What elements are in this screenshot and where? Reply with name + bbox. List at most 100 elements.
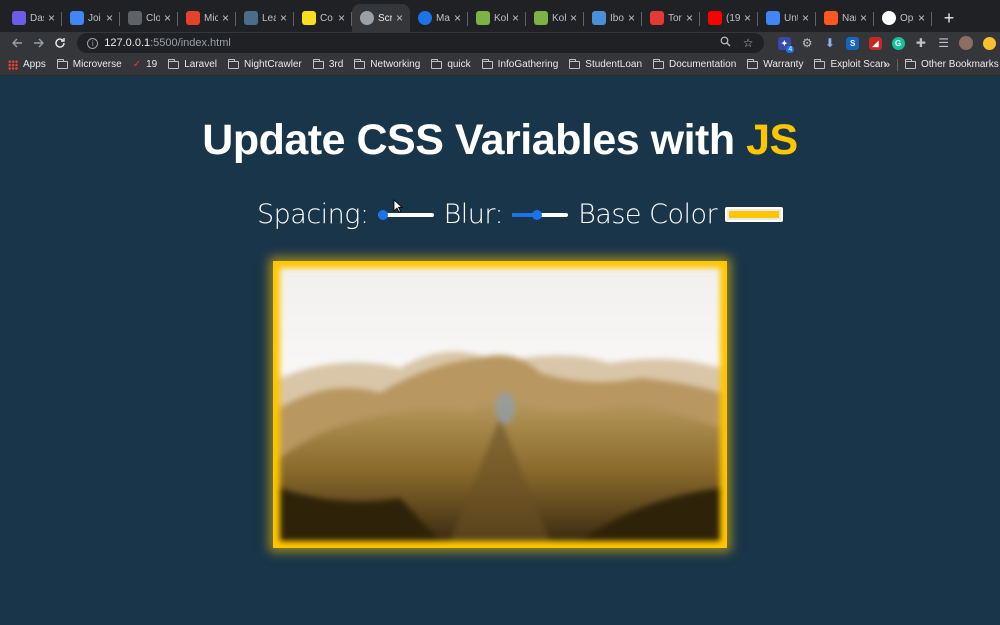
tab-title: Clo [146,12,160,24]
s-ext-icon: S [846,36,860,50]
spinner-icon [418,11,432,25]
page-content: Update CSS Variables with JS Spacing: Bl… [0,76,1000,625]
bookmark-label: Apps [23,59,46,70]
bookmark-item[interactable]: 3rd [312,58,343,70]
bookmark-item[interactable]: NightCrawler [228,58,302,70]
folder-icon [814,58,826,69]
tab-title: Co [320,12,333,24]
dashboard-icon [12,11,26,25]
bookmark-item[interactable]: Microverse [56,58,122,70]
url-path: :5500/index.html [150,37,231,49]
bookmark-item[interactable]: Apps [8,59,46,70]
close-tab-icon[interactable]: × [106,12,116,24]
browser-tab[interactable]: Co × [294,4,352,32]
extension-button[interactable]: S [842,33,864,53]
browser-tab[interactable]: Koh × [468,4,526,32]
tab-title: Unt [784,12,798,24]
tab-title: Mic [204,12,218,24]
browser-tab[interactable]: (19 × [700,4,758,32]
extension-button[interactable]: ⬇ [819,33,841,53]
other-bookmarks[interactable]: Other Bookmarks [905,58,999,70]
bookmark-label: NightCrawler [244,59,302,70]
bookmark-item[interactable]: Laravel [168,58,217,70]
close-tab-icon[interactable]: × [628,12,638,24]
browser-tab[interactable]: Tor × [642,4,700,32]
close-tab-icon[interactable]: × [396,12,406,24]
browser-tab[interactable]: Nar × [816,4,874,32]
extensions-menu-button[interactable]: ✚ [910,33,932,53]
extension-button[interactable]: ✦ 4 [774,33,796,53]
browser-tab[interactable]: Op × [874,4,932,32]
close-tab-icon[interactable]: × [744,12,754,24]
bookmark-item[interactable]: InfoGathering [481,58,558,70]
other-bookmarks-label: Other Bookmarks [921,59,999,70]
zoom-icon[interactable] [720,36,731,50]
folder-icon [56,58,68,69]
bookmark-item[interactable]: Exploit Scan [814,58,887,70]
slider-thumb[interactable] [532,210,543,220]
tab-title: Lea [262,12,276,24]
bookmark-item[interactable]: Warranty [747,58,803,70]
extension-button[interactable]: ⚙ [796,33,818,53]
browser-tab[interactable]: Mic × [178,4,236,32]
browser-tab[interactable]: Joi × [62,4,120,32]
new-tab-button[interactable]: + [936,4,962,32]
blur-label: Blur: [443,198,504,230]
tab-title: Op [900,12,914,24]
base-color-label: Base Color [578,198,718,230]
site-info-icon[interactable]: i [87,37,99,49]
slider-thumb[interactable] [377,210,388,220]
close-tab-icon[interactable]: × [918,12,928,24]
close-tab-icon[interactable]: × [338,12,348,24]
browser-tab[interactable]: Lea × [236,4,294,32]
browser-tab[interactable]: Unt × [758,4,816,32]
close-tab-icon[interactable]: × [512,12,522,24]
tab-title: Koh [552,12,566,24]
extension-button[interactable]: G [887,33,909,53]
blur-slider[interactable] [512,206,569,222]
bookmark-item[interactable]: quick [431,58,471,70]
browser-tab[interactable]: Koh × [526,4,584,32]
folder-icon [481,58,493,69]
reading-list-button[interactable]: ☰ [933,33,955,53]
address-bar[interactable]: i 127.0.0.1:5500/index.html ☆ [77,33,764,53]
close-tab-icon[interactable]: × [454,12,464,24]
more-bookmarks-button[interactable]: » [884,59,890,71]
browser-tab[interactable]: Ibo × [584,4,642,32]
close-tab-icon[interactable]: × [802,12,812,24]
browser-tab[interactable]: Das × [4,4,62,32]
back-button[interactable] [6,33,28,53]
folder-icon [905,58,916,69]
folder-icon [569,58,581,69]
close-tab-icon[interactable]: × [570,12,580,24]
spacing-slider[interactable] [377,206,434,222]
browser-tab[interactable]: Clo × [120,4,178,32]
bookmark-item[interactable]: Documentation [653,58,736,70]
browser-tab[interactable]: Scr × [352,4,410,32]
bookmark-item[interactable]: Networking [354,58,420,70]
bookmarks-bar: Apps Microverse ✓ 19 Laravel NightCrawler 3rd N… [0,54,1000,76]
forward-button[interactable] [28,33,50,53]
grammarly-icon: G [891,36,905,50]
menu-button[interactable] [978,33,1000,53]
close-tab-icon[interactable]: × [48,12,58,24]
close-tab-icon[interactable]: × [164,12,174,24]
bookmark-label: Exploit Scan [830,59,887,70]
tab-title: Tor [668,12,682,24]
base-color-picker[interactable] [725,206,784,222]
reload-button[interactable] [50,33,72,53]
close-tab-icon[interactable]: × [280,12,290,24]
extension-button[interactable]: ◢ [865,33,887,53]
browser-tab[interactable]: Ma × [410,4,468,32]
close-tab-icon[interactable]: × [860,12,870,24]
folder-icon [747,58,759,69]
close-tab-icon[interactable]: × [686,12,696,24]
bookmark-item[interactable]: StudentLoan [569,58,642,70]
close-tab-icon[interactable]: × [222,12,232,24]
bookmark-item[interactable]: ✓ 19 [133,59,158,70]
bookmark-label: Microverse [72,59,122,70]
bookmark-star-icon[interactable]: ☆ [743,36,754,50]
tab-title: Joi [88,12,101,24]
apps-grid-icon [8,59,18,70]
profile-button[interactable] [956,33,978,53]
